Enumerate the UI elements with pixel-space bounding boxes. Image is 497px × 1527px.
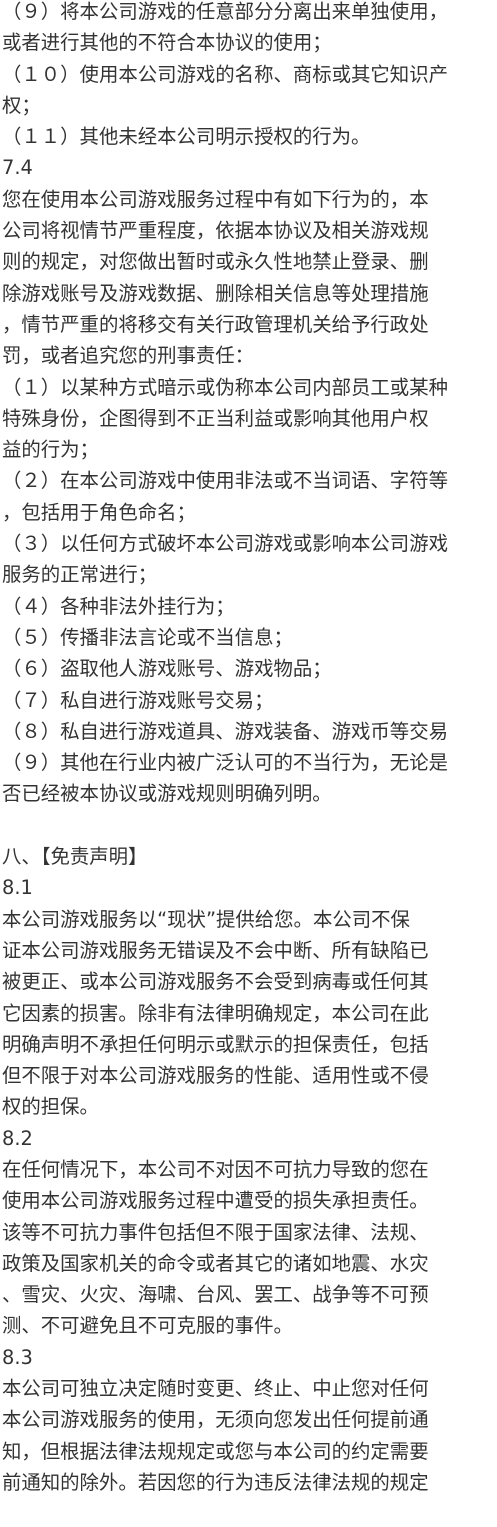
text-line: 特殊身份，企图得到不正当利益或影响其他用户权	[2, 406, 429, 430]
text-line: 本公司游戏服务的使用，无须向您发出任何提前通	[2, 1408, 429, 1432]
text-line: 您在使用本公司游戏服务过程中有如下行为的，本	[2, 187, 429, 211]
text-line: 8.2	[2, 1126, 33, 1150]
text-line: 本公司可独立决定随时变更、终止、中止您对任何	[2, 1377, 429, 1401]
text-line: ，包括用于角色命名；	[2, 500, 196, 524]
text-line: 服务的正常进行；	[2, 563, 158, 587]
text-line: （５）传播非法言论或不当信息；	[2, 625, 293, 649]
text-line: 则的规定，对您做出暂时或永久性地禁止登录、删	[2, 250, 429, 274]
text-line: 罚，或者追究您的刑事责任：	[2, 344, 255, 368]
text-line: （１）以某种方式暗示或伪称本公司内部员工或某种	[2, 375, 448, 399]
text-line: 8.1	[2, 876, 33, 900]
text-line: 使用本公司游戏服务过程中遭受的损失承担责任。	[2, 1189, 429, 1213]
text-line: 8.3	[2, 1345, 33, 1369]
text-line: （６）盗取他人游戏账号、游戏物品；	[2, 657, 332, 681]
text-line: 7.4	[2, 156, 33, 180]
text-line: 公司将视情节严重程度，依据本协议及相关游戏规	[2, 219, 429, 243]
text-line: （２）在本公司游戏中使用非法或不当词语、字符等	[2, 469, 448, 493]
text-line: 八、【免责声明】	[2, 845, 148, 869]
document-body: （９）将本公司游戏的任意部分分离出来单独使用， 或者进行其他的不符合本协议的使用；…	[0, 0, 497, 1498]
text-line: 证本公司游戏服务无错误及不会中断、所有缺陷已	[2, 938, 429, 962]
text-line: （１１）其他未经本公司明示授权的行为。	[2, 125, 371, 149]
text-line: 益的行为；	[2, 438, 99, 462]
text-line: 明确声明不承担任何明示或默示的担保责任，包括	[2, 1032, 429, 1056]
text-line: 被更正、或本公司游戏服务不会受到病毒或任何其	[2, 970, 429, 994]
text-line: 在任何情况下，本公司不对因不可抗力导致的您在	[2, 1157, 429, 1181]
text-line: 它因素的损害。除非有法律明确规定，本公司在此	[2, 1001, 429, 1025]
text-line: 、雪灾、火灾、海啸、台风、罢工、战争等不可预	[2, 1283, 429, 1307]
text-line: 本公司游戏服务以“现状”提供给您。本公司不保	[2, 907, 410, 931]
text-line: ，情节严重的将移交有关行政管理机关给予行政处	[2, 312, 429, 336]
text-line: 但不限于对本公司游戏服务的性能、适用性或不侵	[2, 1064, 429, 1088]
text-line: （３）以任何方式破坏本公司游戏或影响本公司游戏	[2, 532, 448, 556]
text-line: （１０）使用本公司游戏的名称、商标或其它知识产	[2, 62, 448, 86]
text-line: 否已经被本协议或游戏规则明确列明。	[2, 782, 332, 806]
text-line: （４）各种非法外挂行为；	[2, 594, 235, 618]
text-line: 前通知的除外。若因您的行为违反法律法规的规定	[2, 1470, 429, 1494]
text-line: （７）私自进行游戏账号交易；	[2, 688, 274, 712]
text-line: 该等不可抗力事件包括但不限于国家法律、法规、	[2, 1220, 429, 1244]
text-line: 测、不可避免且不可克服的事件。	[2, 1314, 293, 1338]
text-line: 或者进行其他的不符合本协议的使用；	[2, 31, 332, 55]
text-line: 除游戏账号及游戏数据、删除相关信息等处理措施	[2, 281, 429, 305]
text-line: （９）将本公司游戏的任意部分分离出来单独使用，	[2, 0, 448, 23]
text-line: 知，但根据法律法规规定或您与本公司的约定需要	[2, 1439, 429, 1463]
text-line: 政策及国家机关的命令或者其它的诸如地震、水灾	[2, 1251, 429, 1275]
text-line: （８）私自进行游戏道具、游戏装备、游戏币等交易	[2, 719, 448, 743]
text-line: （９）其他在行业内被广泛认可的不当行为，无论是	[2, 751, 448, 775]
document-page: （９）将本公司游戏的任意部分分离出来单独使用， 或者进行其他的不符合本协议的使用；…	[0, 0, 497, 1527]
text-line: 权；	[2, 93, 41, 117]
text-line: 权的担保。	[2, 1095, 99, 1119]
